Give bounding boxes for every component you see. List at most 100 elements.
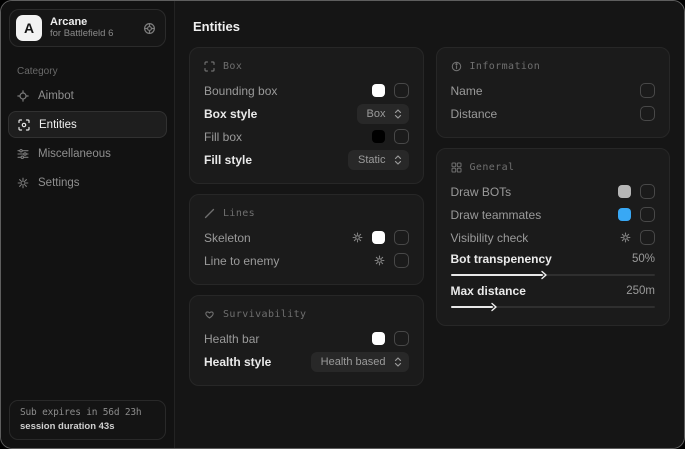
panel-title: General <box>470 162 515 173</box>
sidebar-item-entities[interactable]: Entities <box>8 111 167 138</box>
draw-bots-color-swatch[interactable] <box>618 185 631 198</box>
panel-column-1: BoxBounding boxBox styleBoxFill boxFill … <box>189 47 424 386</box>
box-corners-icon <box>204 61 215 72</box>
main-content: Entities BoxBounding boxBox styleBoxFill… <box>175 1 684 448</box>
skeleton-color-swatch[interactable] <box>372 231 385 244</box>
row-label: Draw BOTs <box>451 185 512 199</box>
panel-title: Survivability <box>223 309 306 320</box>
slider-fill <box>451 306 494 308</box>
bounding-box-checkbox[interactable] <box>394 83 409 98</box>
select-value: Box <box>367 108 386 120</box>
chevrons-updown-icon <box>394 356 402 368</box>
row-max-distance: Max distance250m <box>451 281 656 313</box>
box-style-select[interactable]: Box <box>357 104 409 124</box>
row-bot-transpenency: Bot transpenency 50% <box>451 249 656 281</box>
row-line-to-enemy: Line to enemy <box>204 249 409 272</box>
row-label: Draw teammates <box>451 208 542 222</box>
row-draw-bots: Draw BOTs <box>451 180 656 203</box>
draw-teammates-checkbox[interactable] <box>640 207 655 222</box>
panel-header-survivability: Survivability <box>204 309 409 320</box>
distance-checkbox[interactable] <box>640 106 655 121</box>
sub-expiry-text: Sub expires in 56d 23h <box>20 407 155 418</box>
fill-style-select[interactable]: Static <box>348 150 409 170</box>
app-window: A Arcane for Battlefield 6 Category Aimb… <box>0 0 685 449</box>
category-label: Category <box>17 66 174 77</box>
grid-icon <box>451 162 462 173</box>
page-title: Entities <box>193 19 670 34</box>
slider-label: Bot transpenency <box>451 252 552 266</box>
sidebar-item-aimbot[interactable]: Aimbot <box>1 82 174 109</box>
row-label: Fill style <box>204 153 252 167</box>
brand-text: Arcane for Battlefield 6 <box>50 16 113 40</box>
info-icon <box>451 61 462 72</box>
sidebar-item-settings[interactable]: Settings <box>1 169 174 196</box>
health-style-select[interactable]: Health based <box>311 352 409 372</box>
slider-thumb-icon[interactable] <box>490 302 498 312</box>
sidebar: A Arcane for Battlefield 6 Category Aimb… <box>1 1 175 448</box>
row-fill-box: Fill box <box>204 125 409 148</box>
session-duration-text: session duration 43s <box>20 421 155 432</box>
slider-fill <box>451 274 543 276</box>
panel-column-2: Information Name Distance General Draw BOTs D… <box>436 47 671 326</box>
sidebar-item-label: Miscellaneous <box>38 148 111 160</box>
chevrons-updown-icon <box>394 108 402 120</box>
row-skeleton: Skeleton <box>204 226 409 249</box>
row-label: Name <box>451 84 483 98</box>
row-visibility-check: Visibility check <box>451 226 656 249</box>
row-health-bar: Health bar <box>204 327 409 350</box>
row-label: Line to enemy <box>204 254 279 268</box>
row-label: Distance <box>451 107 498 121</box>
bot-transpenency-slider[interactable] <box>451 274 656 276</box>
slider-label: Max distance <box>451 284 526 298</box>
bounding-box-color-swatch[interactable] <box>372 84 385 97</box>
row-label: Visibility check <box>451 231 529 245</box>
sidebar-item-label: Entities <box>39 119 77 131</box>
gear-icon <box>17 177 29 189</box>
panel-lines: Lines Skeleton Line to enemy <box>189 194 424 285</box>
brand-subtitle: for Battlefield 6 <box>50 29 113 40</box>
line-to-enemy-settings-gear-icon[interactable] <box>374 255 385 266</box>
skeleton-settings-gear-icon[interactable] <box>352 232 363 243</box>
sidebar-item-label: Settings <box>38 177 80 189</box>
panel-title: Box <box>223 61 242 72</box>
brand-title: Arcane <box>50 16 113 29</box>
name-checkbox[interactable] <box>640 83 655 98</box>
slider-thumb-icon[interactable] <box>540 270 548 280</box>
line-icon <box>204 208 215 219</box>
visibility-check-settings-gear-icon[interactable] <box>620 232 631 243</box>
row-distance: Distance <box>451 102 656 125</box>
max-distance-slider[interactable] <box>451 306 656 308</box>
brand-card: A Arcane for Battlefield 6 <box>9 9 166 47</box>
fill-box-checkbox[interactable] <box>394 129 409 144</box>
row-label: Health bar <box>204 332 259 346</box>
chevrons-updown-icon <box>394 154 402 166</box>
panel-general: General Draw BOTs Draw teammates Visibility… <box>436 148 671 326</box>
panel-header-box: Box <box>204 61 409 72</box>
health-bar-color-swatch[interactable] <box>372 332 385 345</box>
panel-title: Information <box>470 61 541 72</box>
slider-value: 50% <box>632 253 655 265</box>
visibility-check-checkbox[interactable] <box>640 230 655 245</box>
panel-title: Lines <box>223 208 255 219</box>
row-draw-teammates: Draw teammates <box>451 203 656 226</box>
panel-header-information: Information <box>451 61 656 72</box>
row-label: Health style <box>204 355 271 369</box>
fill-box-color-swatch[interactable] <box>372 130 385 143</box>
brand-logo: A <box>16 15 42 41</box>
row-name: Name <box>451 79 656 102</box>
line-to-enemy-checkbox[interactable] <box>394 253 409 268</box>
draw-bots-checkbox[interactable] <box>640 184 655 199</box>
brand-settings-icon[interactable] <box>143 22 156 35</box>
select-value: Health based <box>321 356 386 368</box>
crosshair-icon <box>17 90 29 102</box>
row-label: Skeleton <box>204 231 251 245</box>
panel-information: Information Name Distance <box>436 47 671 138</box>
panel-survivability: Survivability Health bar Health style Healt… <box>189 295 424 386</box>
health-bar-checkbox[interactable] <box>394 331 409 346</box>
sidebar-item-label: Aimbot <box>38 90 74 102</box>
panel-box: BoxBounding boxBox styleBoxFill boxFill … <box>189 47 424 184</box>
sidebar-item-miscellaneous[interactable]: Miscellaneous <box>1 140 174 167</box>
miscellaneous-icon <box>17 148 29 160</box>
draw-teammates-color-swatch[interactable] <box>618 208 631 221</box>
skeleton-checkbox[interactable] <box>394 230 409 245</box>
